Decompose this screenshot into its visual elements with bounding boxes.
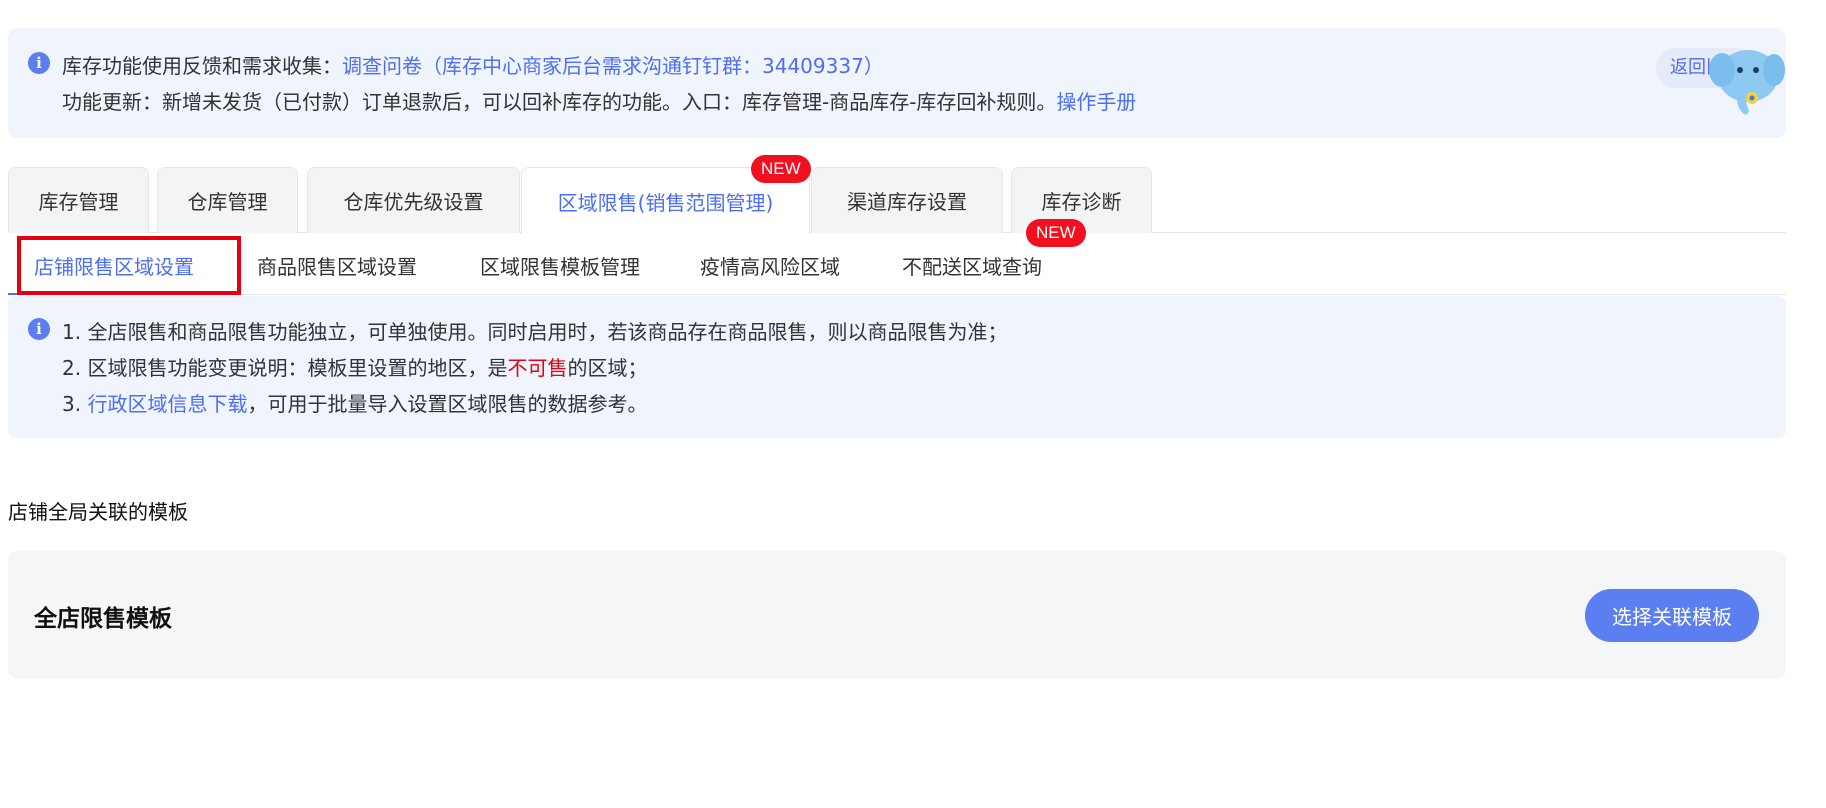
tab-inventory-management[interactable]: 库存管理 — [8, 167, 149, 233]
notice-line-2: 功能更新：新增未发货（已付款）订单退款后，可以回补库存的功能。入口：库存管理-商… — [62, 86, 1136, 115]
active-subtab-underline — [8, 293, 238, 295]
scrollbar[interactable] — [1818, 0, 1826, 808]
feedback-notice: i 库存功能使用反馈和需求收集：调查问卷（库存中心商家后台需求沟通钉钉群：344… — [8, 28, 1786, 138]
rule-line-2-suffix: 的区域； — [567, 356, 648, 380]
rule-line-2-text: 2. 区域限售功能变更说明：模板里设置的地区，是 — [62, 356, 508, 380]
sub-tabs: 店铺限售区域设置 商品限售区域设置 区域限售模板管理 疫情高风险区域 不配送区域… — [8, 219, 1786, 295]
page: i 库存功能使用反馈和需求收集：调查问卷（库存中心商家后台需求沟通钉钉群：344… — [0, 0, 1826, 808]
subtab-product-restriction[interactable]: 商品限售区域设置 — [257, 251, 417, 280]
subtabs-divider — [8, 294, 1786, 295]
subtab-store-restriction[interactable]: 店铺限售区域设置 — [34, 251, 194, 280]
rule-line-3-prefix: 3. — [62, 392, 88, 416]
notice-line-2-text: 功能更新：新增未发货（已付款）订单退款后，可以回补库存的功能。入口：库存管理-商… — [62, 90, 1057, 114]
rule-line-3-suffix: ，可用于批量导入设置区域限售的数据参考。 — [247, 392, 648, 416]
info-icon: i — [28, 318, 50, 340]
rule-line-1: 1. 全店限售和商品限售功能独立，可单独使用。同时启用时，若该商品存在商品限售，… — [62, 320, 1008, 344]
section-title: 店铺全局关联的模板 — [8, 500, 188, 524]
tab-channel-inventory[interactable]: 渠道库存设置 — [811, 167, 1003, 233]
rule-line-2: 2. 区域限售功能变更说明：模板里设置的地区，是不可售的区域； — [62, 352, 647, 381]
template-card: 全店限售模板 选择关联模板 — [8, 551, 1786, 679]
rules-notice: i 1. 全店限售和商品限售功能独立，可单独使用。同时启用时，若该商品存在商品限… — [8, 296, 1786, 438]
not-for-sale-highlight: 不可售 — [507, 356, 568, 380]
new-badge: NEW — [751, 155, 811, 183]
elephant-mascot-icon[interactable] — [1708, 36, 1786, 122]
notice-line-1: 库存功能使用反馈和需求收集：调查问卷（库存中心商家后台需求沟通钉钉群：34409… — [62, 50, 884, 79]
notice-line-1-text: 库存功能使用反馈和需求收集： — [62, 54, 342, 78]
subtab-high-risk-areas[interactable]: 疫情高风险区域 — [700, 251, 840, 280]
rule-line-3: 3. 行政区域信息下载，可用于批量导入设置区域限售的数据参考。 — [62, 388, 647, 417]
subtab-no-delivery-query[interactable]: 不配送区域查询 — [902, 251, 1042, 280]
tab-warehouse-priority[interactable]: 仓库优先级设置 — [307, 167, 520, 233]
new-badge: NEW — [1026, 219, 1086, 247]
region-info-download-link[interactable]: 行政区域信息下载 — [87, 392, 247, 416]
template-name: 全店限售模板 — [34, 606, 172, 632]
info-icon: i — [28, 52, 50, 74]
select-template-button[interactable]: 选择关联模板 — [1585, 589, 1759, 642]
main-tabs: 库存管理 仓库管理 仓库优先级设置 区域限售(销售范围管理) 渠道库存设置 库存… — [8, 155, 1786, 234]
survey-link[interactable]: 调查问卷（库存中心商家后台需求沟通钉钉群：34409337） — [342, 54, 884, 78]
manual-link[interactable]: 操作手册 — [1056, 90, 1136, 114]
tab-warehouse-management[interactable]: 仓库管理 — [157, 167, 298, 233]
subtab-template-management[interactable]: 区域限售模板管理 — [480, 251, 640, 280]
